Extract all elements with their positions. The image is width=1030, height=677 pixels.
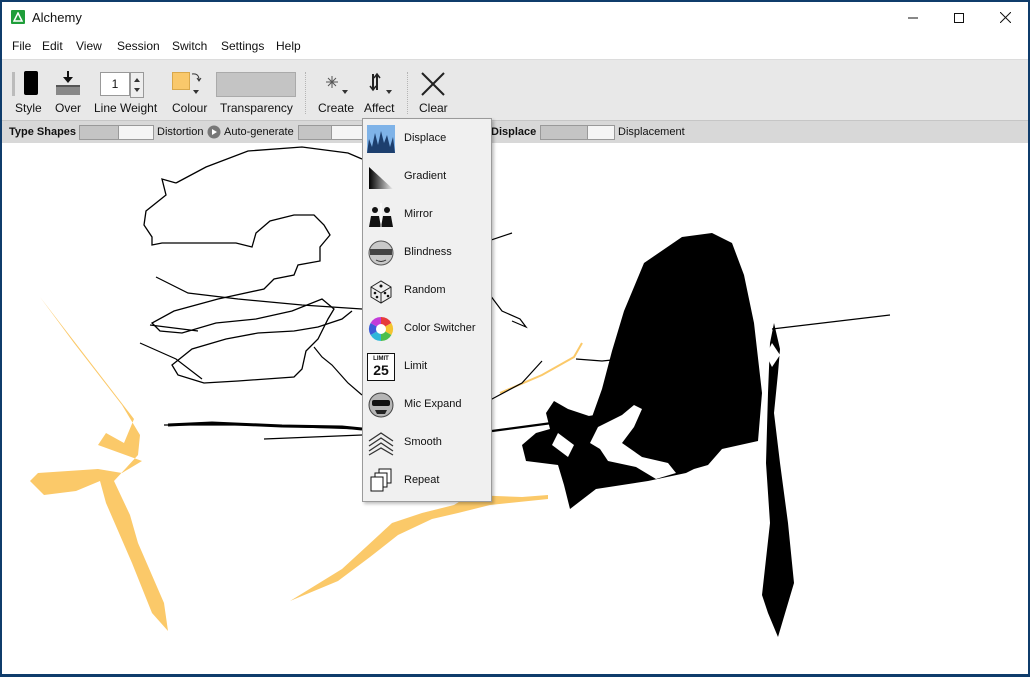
affect-item-mirror[interactable]: Mirror	[363, 197, 491, 235]
over-label: Over	[55, 101, 82, 115]
swap-colour-icon	[191, 73, 202, 94]
affect-menu: Displace Gradient Mirror Blindness Rando…	[362, 118, 492, 502]
transparency-label: Transparency	[220, 101, 293, 115]
style-label: Style	[15, 101, 42, 115]
menu-view[interactable]: View	[76, 39, 102, 53]
displace-label: Displace	[491, 126, 537, 138]
mic-face-icon	[368, 392, 394, 418]
colour-button[interactable]: Colour	[168, 60, 208, 120]
auto-generate-slider[interactable]	[298, 125, 364, 140]
yellow-shape-bottom	[290, 495, 548, 601]
stepper-arrows-icon	[134, 78, 140, 92]
gradient-icon	[369, 167, 393, 189]
line-weight-stepper[interactable]	[130, 72, 144, 98]
affect-item-random[interactable]: Random	[363, 273, 491, 311]
affect-item-smooth[interactable]: Smooth	[363, 425, 491, 463]
transparency-slider[interactable]	[216, 72, 296, 97]
affect-item-repeat[interactable]: Repeat	[363, 463, 491, 501]
colour-swatch	[172, 72, 190, 90]
affect-button[interactable]: Affect	[362, 60, 398, 120]
repeat-icon	[370, 468, 392, 492]
dice-icon	[370, 280, 392, 304]
color-wheel-icon	[368, 317, 394, 341]
over-icon	[56, 71, 80, 95]
auto-generate-play-icon[interactable]	[207, 125, 221, 139]
menu-bar: File Edit View Session Switch Settings H…	[2, 36, 1028, 56]
distortion-label: Distortion	[157, 126, 204, 138]
displacement-slider[interactable]	[540, 125, 615, 140]
menu-help[interactable]: Help	[276, 39, 301, 53]
affect-label: Affect	[364, 101, 395, 115]
displace-icon	[367, 125, 395, 153]
blindness-icon	[368, 240, 394, 266]
affect-item-label: Gradient	[404, 170, 447, 182]
app-window: Alchemy File Edit View Session Switch Se…	[2, 2, 1028, 674]
close-icon	[999, 12, 1011, 23]
type-shapes-bar: Type Shapes Distortion Auto-generate Dis…	[2, 120, 1028, 144]
sketch-lines	[139, 232, 891, 440]
toolbar-separator	[305, 72, 306, 114]
line-weight-control: 1 Line Weight	[92, 60, 158, 120]
colour-label: Colour	[172, 101, 208, 115]
sketch-stroke-thick	[167, 421, 363, 431]
line-weight-label: Line Weight	[94, 101, 158, 115]
line-weight-input[interactable]: 1	[100, 72, 130, 96]
sketch-head	[143, 146, 363, 384]
clear-x-icon	[421, 72, 445, 96]
create-label: Create	[318, 101, 355, 115]
mirror-icon	[369, 203, 393, 227]
distortion-slider[interactable]	[79, 125, 154, 140]
affect-item-blindness[interactable]: Blindness	[363, 235, 491, 273]
maximize-icon	[954, 12, 964, 23]
limit-icon-number: 25	[373, 362, 389, 378]
affect-item-displace[interactable]: Displace	[363, 121, 491, 159]
alchemy-logo-icon	[11, 10, 25, 24]
menu-edit[interactable]: Edit	[42, 39, 63, 53]
title-bar: Alchemy	[2, 2, 1028, 33]
yellow-line	[499, 342, 583, 394]
clear-label: Clear	[419, 101, 448, 115]
affect-arrows-icon	[369, 72, 392, 94]
style-icon	[24, 71, 38, 95]
affect-item-label: Limit	[404, 360, 428, 372]
over-button[interactable]: Over	[52, 60, 86, 120]
drawing-canvas[interactable]	[2, 143, 1028, 674]
affect-item-limit[interactable]: LIMIT 25 Limit	[363, 349, 491, 387]
affect-item-label: Mic Expand	[404, 398, 462, 410]
affect-item-label: Repeat	[404, 474, 440, 486]
smooth-icon	[368, 432, 394, 456]
minimize-icon	[908, 17, 918, 18]
displacement-label: Displacement	[618, 126, 685, 138]
affect-item-color-switcher[interactable]: Color Switcher	[363, 311, 491, 349]
canvas-artwork	[30, 146, 891, 637]
create-sparkle-icon	[326, 76, 348, 94]
transparency-control[interactable]: Transparency	[214, 60, 296, 120]
affect-item-mic-expand[interactable]: Mic Expand	[363, 387, 491, 425]
affect-item-label: Displace	[404, 132, 447, 144]
affect-item-label: Smooth	[404, 436, 442, 448]
toolbar: Style Over 1 Line Weight Colour Transpar…	[2, 59, 1028, 134]
maximize-button[interactable]	[936, 2, 982, 33]
close-button[interactable]	[982, 2, 1028, 33]
affect-item-label: Random	[404, 284, 446, 296]
affect-item-label: Blindness	[404, 246, 452, 258]
create-button[interactable]: Create	[316, 60, 354, 120]
clear-button[interactable]: Clear	[416, 60, 450, 120]
auto-generate-label[interactable]: Auto-generate	[224, 126, 294, 138]
limit-icon: LIMIT 25	[367, 353, 395, 381]
menu-settings[interactable]: Settings	[221, 39, 264, 53]
affect-item-label: Color Switcher	[404, 322, 476, 334]
toolbar-separator	[407, 72, 408, 114]
style-button[interactable]: Style	[14, 60, 44, 120]
minimize-button[interactable]	[890, 2, 936, 33]
menu-session[interactable]: Session	[117, 39, 160, 53]
black-spike-right	[762, 323, 794, 637]
menu-switch[interactable]: Switch	[172, 39, 207, 53]
yellow-shape-left	[30, 297, 168, 631]
menu-file[interactable]: File	[12, 39, 31, 53]
type-shapes-label: Type Shapes	[9, 126, 77, 138]
affect-item-label: Mirror	[404, 208, 433, 220]
affect-item-gradient[interactable]: Gradient	[363, 159, 491, 197]
window-title: Alchemy	[32, 10, 82, 25]
